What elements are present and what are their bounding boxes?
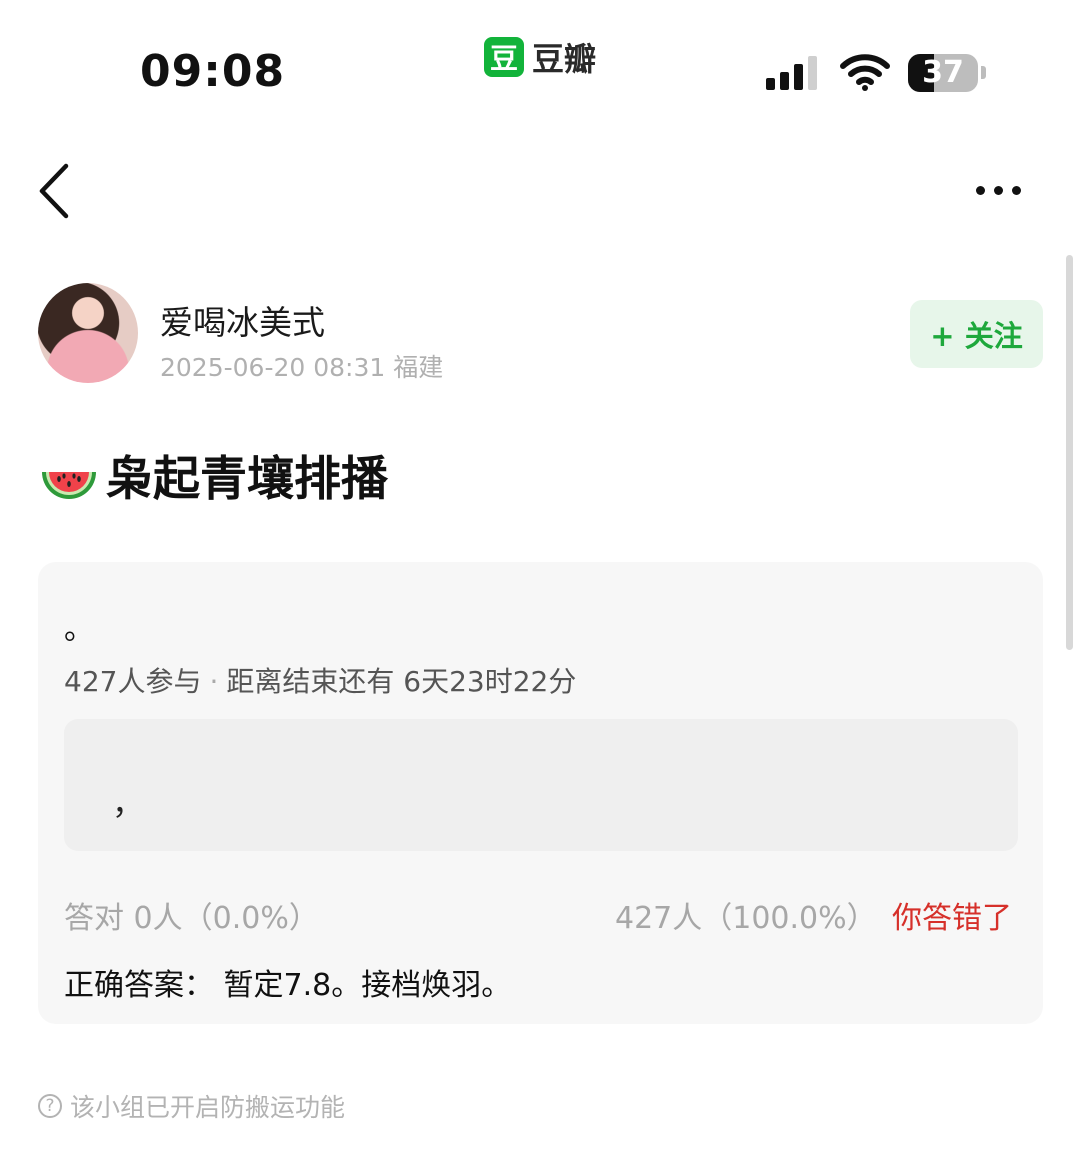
- correct-stat: 答对 0人（0.0%）: [64, 901, 319, 936]
- douban-logo-icon: 豆: [484, 37, 524, 77]
- more-horizontal-icon[interactable]: [976, 178, 1036, 202]
- wrong-stat: 427人（100.0%）: [615, 901, 877, 936]
- cellular-signal-icon: [766, 56, 817, 90]
- watermelon-icon: [42, 471, 96, 499]
- separator-dot: ·: [209, 665, 219, 698]
- chevron-left-icon[interactable]: [34, 160, 78, 222]
- post-meta: 2025-06-20 08:31 福建: [160, 353, 444, 382]
- app-badge: 豆 豆瓣: [484, 34, 596, 80]
- post-title: 枭起青壤排播: [106, 452, 388, 507]
- avatar[interactable]: [38, 283, 138, 383]
- quiz-option[interactable]: [64, 719, 1018, 851]
- participant-count: 427人参与: [64, 665, 202, 698]
- wifi-icon: [840, 54, 890, 91]
- author-name[interactable]: 爱喝冰美式: [160, 296, 325, 344]
- post-title-row: 枭起青壤排播: [40, 440, 388, 509]
- anti-repost-notice: ? 该小组已开启防搬运功能: [38, 1088, 345, 1124]
- scrollbar[interactable]: [1066, 255, 1073, 650]
- battery-icon: 37: [908, 54, 978, 92]
- quiz-option-text: ，: [112, 784, 145, 822]
- wrong-label: 你答错了: [892, 901, 1012, 936]
- quiz-stats: 427人参与 · 距离结束还有 6天23时22分: [64, 660, 576, 700]
- quiz-question: 。: [64, 612, 94, 647]
- status-time: 09:08: [140, 46, 286, 97]
- battery-level: 37: [922, 55, 964, 90]
- app-name: 豆瓣: [532, 40, 597, 78]
- battery-tip: [981, 66, 986, 79]
- question-circle-icon: ?: [38, 1094, 62, 1118]
- correct-answer: 正确答案： 暂定7.8。接档焕羽。: [64, 968, 512, 1003]
- countdown: 距离结束还有 6天23时22分: [226, 665, 577, 698]
- follow-button[interactable]: + 关注: [910, 300, 1043, 368]
- notice-text: 该小组已开启防搬运功能: [70, 1093, 346, 1122]
